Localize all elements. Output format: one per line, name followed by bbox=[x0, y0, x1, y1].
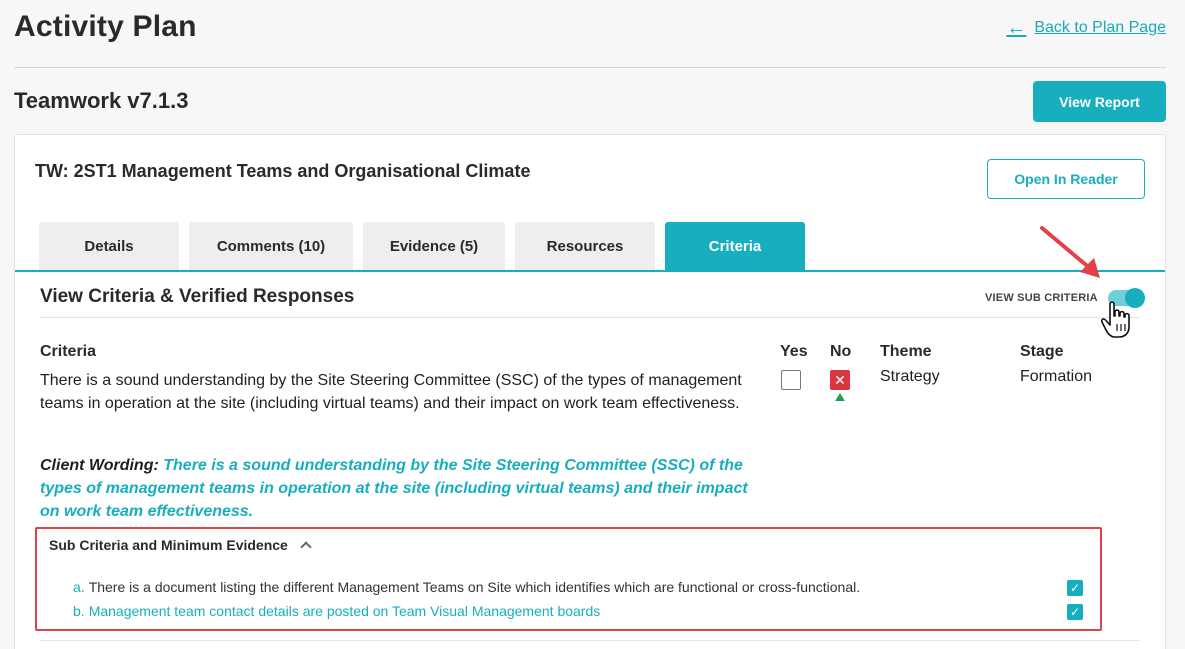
yes-checkbox[interactable] bbox=[781, 370, 801, 390]
column-header-theme: Theme bbox=[880, 343, 932, 360]
hand-cursor-icon bbox=[1100, 301, 1130, 338]
sub-criteria-checkbox[interactable]: ✓ bbox=[1067, 580, 1083, 596]
back-link-label: Back to Plan Page bbox=[1034, 19, 1166, 36]
no-checkbox[interactable]: ✕ bbox=[830, 370, 850, 390]
selected-marker-icon bbox=[835, 393, 845, 401]
section-divider bbox=[40, 317, 1140, 318]
sub-criteria-letter: a. bbox=[73, 579, 85, 595]
stage-value: Formation bbox=[1020, 368, 1093, 385]
sub-criteria-text: Management team contact details are post… bbox=[88, 603, 601, 619]
sub-criteria-header[interactable]: Sub Criteria and Minimum Evidence bbox=[49, 537, 312, 553]
toggle-label: VIEW SUB CRITERIA bbox=[985, 292, 1098, 304]
sub-criteria-panel: Sub Criteria and Minimum Evidence a. The… bbox=[35, 527, 1102, 631]
page-title: Activity Plan bbox=[14, 10, 197, 43]
back-to-plan-link[interactable]: ← Back to Plan Page bbox=[1006, 18, 1166, 38]
sub-criteria-item: a. There is a document listing the diffe… bbox=[73, 579, 860, 595]
theme-value: Strategy bbox=[880, 368, 940, 385]
tab-resources[interactable]: Resources bbox=[515, 222, 655, 271]
tab-underline bbox=[15, 270, 1165, 272]
tab-bar: Details Comments (10) Evidence (5) Resou… bbox=[39, 222, 805, 271]
tab-criteria[interactable]: Criteria bbox=[665, 222, 805, 271]
column-header-criteria: Criteria bbox=[40, 343, 97, 360]
tab-evidence[interactable]: Evidence (5) bbox=[363, 222, 505, 271]
plan-title: Teamwork v7.1.3 bbox=[14, 88, 189, 113]
arrow-left-icon: ← bbox=[1006, 17, 1027, 39]
sub-criteria-item: b. Management team contact details are p… bbox=[73, 603, 600, 619]
criteria-text: There is a sound understanding by the Si… bbox=[40, 372, 742, 412]
column-header-stage: Stage bbox=[1020, 343, 1064, 360]
chevron-up-icon[interactable] bbox=[300, 541, 312, 553]
tab-details[interactable]: Details bbox=[39, 222, 179, 271]
view-report-button[interactable]: View Report bbox=[1033, 81, 1166, 122]
client-wording: Client Wording: There is a sound underst… bbox=[40, 454, 770, 523]
section-title: View Criteria & Verified Responses bbox=[40, 286, 355, 307]
tab-comments[interactable]: Comments (10) bbox=[189, 222, 353, 271]
sub-criteria-title: Sub Criteria and Minimum Evidence bbox=[49, 537, 288, 553]
bottom-divider bbox=[40, 640, 1140, 641]
annotation-arrow-icon bbox=[1040, 226, 1100, 278]
client-wording-label: Client Wording: bbox=[40, 457, 159, 474]
open-in-reader-button[interactable]: Open In Reader bbox=[987, 159, 1145, 199]
activity-card: TW: 2ST1 Management Teams and Organisati… bbox=[14, 134, 1166, 649]
column-header-no: No bbox=[830, 343, 852, 360]
activity-title: TW: 2ST1 Management Teams and Organisati… bbox=[35, 161, 531, 181]
column-header-yes: Yes bbox=[780, 343, 808, 360]
sub-criteria-checkbox[interactable]: ✓ bbox=[1067, 604, 1083, 620]
sub-criteria-letter: b. bbox=[73, 603, 85, 619]
header-divider bbox=[14, 67, 1166, 68]
sub-criteria-text: There is a document listing the differen… bbox=[88, 579, 861, 595]
